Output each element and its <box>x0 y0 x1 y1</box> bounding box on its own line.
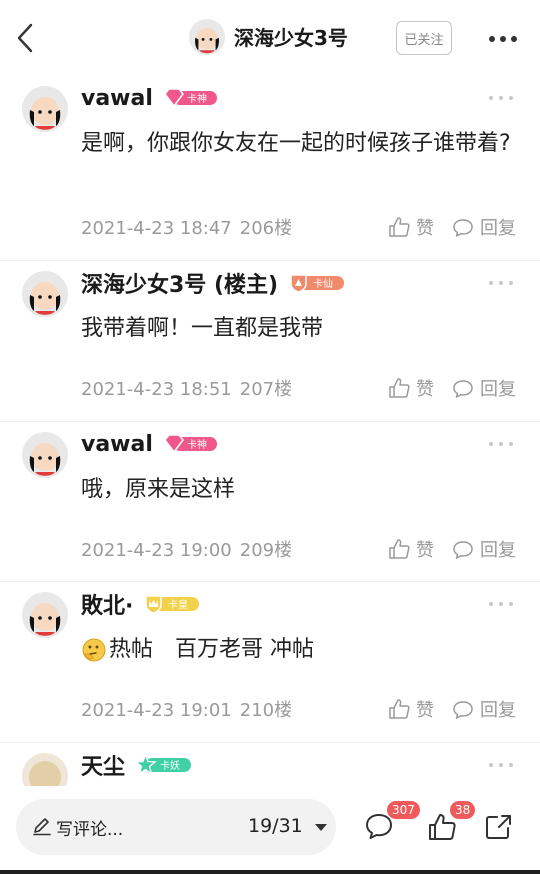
author-avatar[interactable] <box>189 19 225 55</box>
reply-list: vawal 卡神 是啊，你跟你女友在一起的时候孩子谁带着? 2021-4-23 … <box>0 76 540 786</box>
svg-text:卡仙: 卡仙 <box>313 277 333 290</box>
reply-label: 回复 <box>480 379 516 400</box>
avatar[interactable] <box>22 753 68 786</box>
avatar[interactable] <box>22 592 68 638</box>
comment-icon <box>453 219 473 237</box>
reply-content: 我带着啊！一直都是我带 <box>81 316 324 341</box>
floor-number: 209楼 <box>239 540 293 561</box>
more-dots-icon[interactable] <box>488 598 514 610</box>
svg-text:卡神: 卡神 <box>187 92 207 105</box>
reply-item: 敗北· 卡皇 热帖 百万老哥 冲帖 2021-4-23 19:01 210楼 赞… <box>0 582 540 743</box>
like-label: 赞 <box>416 700 434 721</box>
more-dots-icon <box>489 36 517 42</box>
reply-item: 深海少女3号 (楼主) 卡仙 我带着啊！一直都是我带 2021-4-23 18:… <box>0 261 540 422</box>
username-row: 敗北· 卡皇 <box>81 588 201 620</box>
svg-text:卡神: 卡神 <box>187 438 207 451</box>
like-button[interactable]: 赞 <box>388 696 434 722</box>
like-count-badge: 38 <box>450 801 476 819</box>
avatar[interactable] <box>22 432 68 478</box>
like-button[interactable]: 赞 <box>388 375 434 401</box>
more-button[interactable] <box>486 29 520 49</box>
reply-content: 是啊，你跟你女友在一起的时候孩子谁带着? <box>81 131 511 156</box>
comment-count-badge: 307 <box>387 801 420 819</box>
caret-down-icon[interactable] <box>314 823 328 832</box>
follow-button[interactable]: 已关注 <box>396 21 452 55</box>
reply-meta: 2021-4-23 18:51 207楼 <box>81 375 292 401</box>
more-dots-icon[interactable] <box>488 92 514 104</box>
username[interactable]: 敗北· <box>81 588 133 620</box>
thinking-emoji-icon <box>82 638 106 662</box>
comment-placeholder: 写评论... <box>56 820 124 840</box>
floor-number: 207楼 <box>239 379 293 400</box>
comment-icon <box>453 380 473 398</box>
system-nav-strip <box>0 870 540 874</box>
share-icon <box>486 815 511 839</box>
reply-label: 回复 <box>480 540 516 561</box>
top-bar: 深海少女3号 已关注 <box>0 0 540 76</box>
thumbs-up-icon <box>389 378 410 398</box>
back-arrow-icon <box>17 23 33 53</box>
reply-meta: 2021-4-23 18:47 206楼 <box>81 214 292 240</box>
like-label: 赞 <box>416 218 434 239</box>
level-badge: 卡妖 <box>135 754 193 776</box>
reply-item: vawal 卡神 是啊，你跟你女友在一起的时候孩子谁带着? 2021-4-23 … <box>0 76 540 261</box>
reply-text: 热帖 百万老哥 冲帖 <box>109 637 314 662</box>
reply-button[interactable]: 回复 <box>452 696 516 722</box>
username-row: vawal 卡神 <box>81 428 219 460</box>
username-row: 天尘 卡妖 <box>81 749 193 781</box>
thumbs-up-icon <box>389 217 410 237</box>
reply-date: 2021-4-23 19:00 <box>81 540 232 561</box>
like-label: 赞 <box>416 540 434 561</box>
avatar[interactable] <box>22 86 68 132</box>
comment-icon <box>453 541 473 559</box>
floor-number: 210楼 <box>239 700 293 721</box>
reply-label: 回复 <box>480 218 516 239</box>
username[interactable]: vawal <box>81 432 153 457</box>
avatar[interactable] <box>22 271 68 317</box>
username-row: vawal 卡神 <box>81 82 219 114</box>
reply-content: 哦，原来是这样 <box>81 477 236 502</box>
level-badge: 卡皇 <box>143 593 201 615</box>
level-badge: 卡神 <box>163 433 219 455</box>
svg-text:卡皇: 卡皇 <box>168 598 188 611</box>
back-button[interactable] <box>8 18 42 58</box>
reply-label: 回复 <box>480 700 516 721</box>
reply-date: 2021-4-23 18:51 <box>81 379 232 400</box>
bottom-bar: 写评论... 19/31 307 38 <box>0 786 540 870</box>
reply-button[interactable]: 回复 <box>452 375 516 401</box>
like-button[interactable]: 赞 <box>388 214 434 240</box>
svg-text:卡妖: 卡妖 <box>160 759 180 772</box>
reply-date: 2021-4-23 19:01 <box>81 700 232 721</box>
thumbs-up-icon <box>389 699 410 719</box>
more-dots-icon[interactable] <box>488 759 514 771</box>
reply-button[interactable]: 回复 <box>452 214 516 240</box>
thumbs-up-icon <box>389 539 410 559</box>
more-dots-icon[interactable] <box>488 438 514 450</box>
page-title: 深海少女3号 <box>234 26 348 50</box>
like-label: 赞 <box>416 379 434 400</box>
pen-icon <box>33 818 51 836</box>
comment-icon <box>453 701 473 719</box>
floor-number: 206楼 <box>239 218 293 239</box>
reply-meta: 2021-4-23 19:01 210楼 <box>81 696 292 722</box>
more-dots-icon[interactable] <box>488 277 514 289</box>
reply-meta: 2021-4-23 19:00 209楼 <box>81 536 292 562</box>
username[interactable]: 深海少女3号 (楼主) <box>81 267 278 299</box>
reply-item: vawal 卡神 哦，原来是这样 2021-4-23 19:00 209楼 赞 回… <box>0 422 540 582</box>
like-button[interactable]: 赞 <box>388 536 434 562</box>
username[interactable]: vawal <box>81 86 153 111</box>
comment-input[interactable]: 写评论... 19/31 <box>16 799 336 855</box>
reply-button[interactable]: 回复 <box>452 536 516 562</box>
username-row: 深海少女3号 (楼主) 卡仙 <box>81 267 346 299</box>
reply-date: 2021-4-23 18:47 <box>81 218 232 239</box>
reply-item: 天尘 卡妖 <box>0 743 540 786</box>
level-badge: 卡神 <box>163 87 219 109</box>
username[interactable]: 天尘 <box>81 749 125 781</box>
page-indicator[interactable]: 19/31 <box>248 815 303 837</box>
reply-content: 热帖 百万老哥 冲帖 <box>81 632 521 668</box>
level-badge: 卡仙 <box>288 272 346 294</box>
